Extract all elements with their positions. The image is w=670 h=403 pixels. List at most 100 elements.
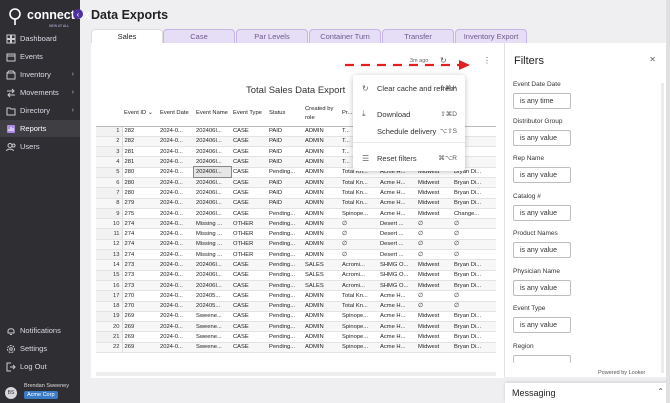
filters-scrollbar[interactable] [661,83,664,373]
table-cell[interactable]: Bryan Di... [452,331,496,343]
table-cell[interactable]: Midwest [416,342,452,354]
table-cell[interactable]: PAID [267,177,303,189]
table-cell[interactable]: Acme H... [378,301,416,312]
table-cell[interactable]: Acromi... [340,270,378,281]
table-cell[interactable]: Bryan Di... [452,321,496,333]
more-options-icon[interactable]: ⋮ [483,56,491,65]
table-cell[interactable]: Pending... [267,259,303,271]
table-cell[interactable]: ∅ [340,228,378,240]
table-cell[interactable]: ∅ [416,228,452,240]
table-cell[interactable]: ADMIN [303,218,340,230]
table-cell[interactable]: 273 [122,270,158,281]
table-cell[interactable]: 270 [122,290,158,302]
table-cell[interactable]: Acromi... [340,280,378,292]
menu-item-reset-filters[interactable]: ☰ Reset filters ⌘⌥R [353,151,465,165]
filter-region[interactable] [513,355,571,363]
table-cell[interactable]: 2024-0... [158,331,194,343]
table-cell[interactable]: Desert ... [378,218,416,230]
table-cell[interactable]: 202406I... [194,126,231,137]
table-cell[interactable]: Desert ... [378,249,416,261]
page-scrollbar[interactable] [666,0,670,403]
table-row[interactable]: 12 274 2024-0... Missing ... OTHER Pending...… [96,239,496,251]
table-cell[interactable]: ∅ [416,239,452,251]
table-cell[interactable]: SALES [303,259,340,271]
tab-transfer[interactable]: Transfer [382,29,454,43]
table-cell[interactable]: Pending... [267,239,303,251]
table-cell[interactable]: Acme H... [378,331,416,343]
table-cell[interactable]: Pending... [267,208,303,220]
table-cell[interactable]: PAID [267,146,303,158]
table-cell[interactable]: CASE [231,331,267,343]
table-cell[interactable]: Total Kn... [340,198,378,209]
table-cell[interactable]: 274 [122,218,158,230]
tab-container-turn[interactable]: Container Turn [309,29,381,43]
table-cell[interactable]: ∅ [452,290,496,302]
table-cell[interactable]: Bryan Di... [452,177,496,189]
filter-product-names[interactable]: is any value [513,242,571,258]
table-cell[interactable]: Midwest [416,311,452,323]
column-header[interactable]: Status [267,102,303,127]
column-header[interactable]: Event Date [158,102,194,127]
table-cell[interactable]: Sweene... [194,311,231,323]
table-cell[interactable]: 202406I... [194,187,231,199]
table-cell[interactable]: SHMG O... [378,259,416,271]
table-cell[interactable]: 2024-0... [158,228,194,240]
table-cell[interactable]: Sweene... [194,331,231,343]
table-cell[interactable]: Acme H... [378,208,416,220]
table-cell[interactable]: CASE [231,321,267,333]
table-cell[interactable]: Missing ... [194,218,231,230]
sidebar-item-reports[interactable]: Reports [0,120,80,137]
table-cell[interactable]: ADMIN [303,136,340,148]
table-cell[interactable]: 2024-0... [158,301,194,312]
table-cell[interactable]: ∅ [340,218,378,230]
table-cell[interactable]: ADMIN [303,146,340,158]
table-cell[interactable]: CASE [231,146,267,158]
filter-distributor-group[interactable]: is any value [513,130,571,146]
table-cell[interactable]: CASE [231,342,267,354]
sidebar-item-directory[interactable]: Directory › [0,102,80,119]
table-cell[interactable]: 202406I... [194,208,231,220]
column-header[interactable]: Created by role [303,102,340,127]
table-cell[interactable]: 2024-0... [158,187,194,199]
sidebar-item-settings[interactable]: Settings [0,340,80,357]
table-cell[interactable]: ADMIN [303,156,340,168]
table-cell[interactable]: Bryan Di... [452,259,496,271]
table-cell[interactable]: Acme H... [378,290,416,302]
table-cell[interactable]: CASE [231,126,267,137]
table-cell[interactable]: Spinope... [340,208,378,220]
table-cell[interactable]: Desert ... [378,228,416,240]
table-cell[interactable]: ADMIN [303,290,340,302]
table-row[interactable]: 11 274 2024-0... Missing ... OTHER Pending...… [96,228,496,240]
table-cell[interactable]: 282 [122,126,158,137]
table-row[interactable]: 13 274 2024-0... Missing ... OTHER Pending...… [96,249,496,261]
table-cell[interactable]: Acme H... [378,342,416,354]
table-cell[interactable]: CASE [231,301,267,312]
table-cell[interactable]: Desert ... [378,239,416,251]
table-cell[interactable]: ADMIN [303,321,340,333]
table-cell[interactable]: Missing ... [194,239,231,251]
table-cell[interactable]: CASE [231,156,267,168]
table-cell[interactable]: OTHER [231,228,267,240]
table-cell[interactable]: 269 [122,331,158,343]
table-cell[interactable]: 2024-0... [158,208,194,220]
table-cell[interactable]: CASE [231,167,267,178]
column-header[interactable]: Event Type [231,102,267,127]
table-cell[interactable]: Pending... [267,249,303,261]
table-row[interactable]: 18 270 2024-0... 202405... CASE Pending... ADM… [96,301,496,312]
table-cell[interactable]: Pending... [267,218,303,230]
table-cell[interactable]: ADMIN [303,301,340,312]
table-row[interactable]: 17 270 2024-0... 202405... CASE Pending... ADM… [96,290,496,302]
table-cell[interactable]: 2024-0... [158,126,194,137]
table-cell[interactable]: Sweene... [194,342,231,354]
table-cell[interactable]: Acme H... [378,187,416,199]
table-cell[interactable]: 2024-0... [158,146,194,158]
sidebar-item-events[interactable]: Events [0,48,80,65]
sidebar-item-movements[interactable]: Movements › [0,84,80,101]
user-profile[interactable]: BS Brendan Sweeney Acme Corp [0,380,80,403]
table-cell[interactable]: 2024-0... [158,177,194,189]
table-row[interactable]: 8 279 2024-0... 202406I... CASE PAID ADMIN Tota… [96,198,496,209]
table-cell[interactable]: 281 [122,156,158,168]
table-cell[interactable]: SALES [303,280,340,292]
filter-physician-name[interactable]: is any value [513,280,571,296]
table-cell[interactable]: Pending... [267,321,303,333]
